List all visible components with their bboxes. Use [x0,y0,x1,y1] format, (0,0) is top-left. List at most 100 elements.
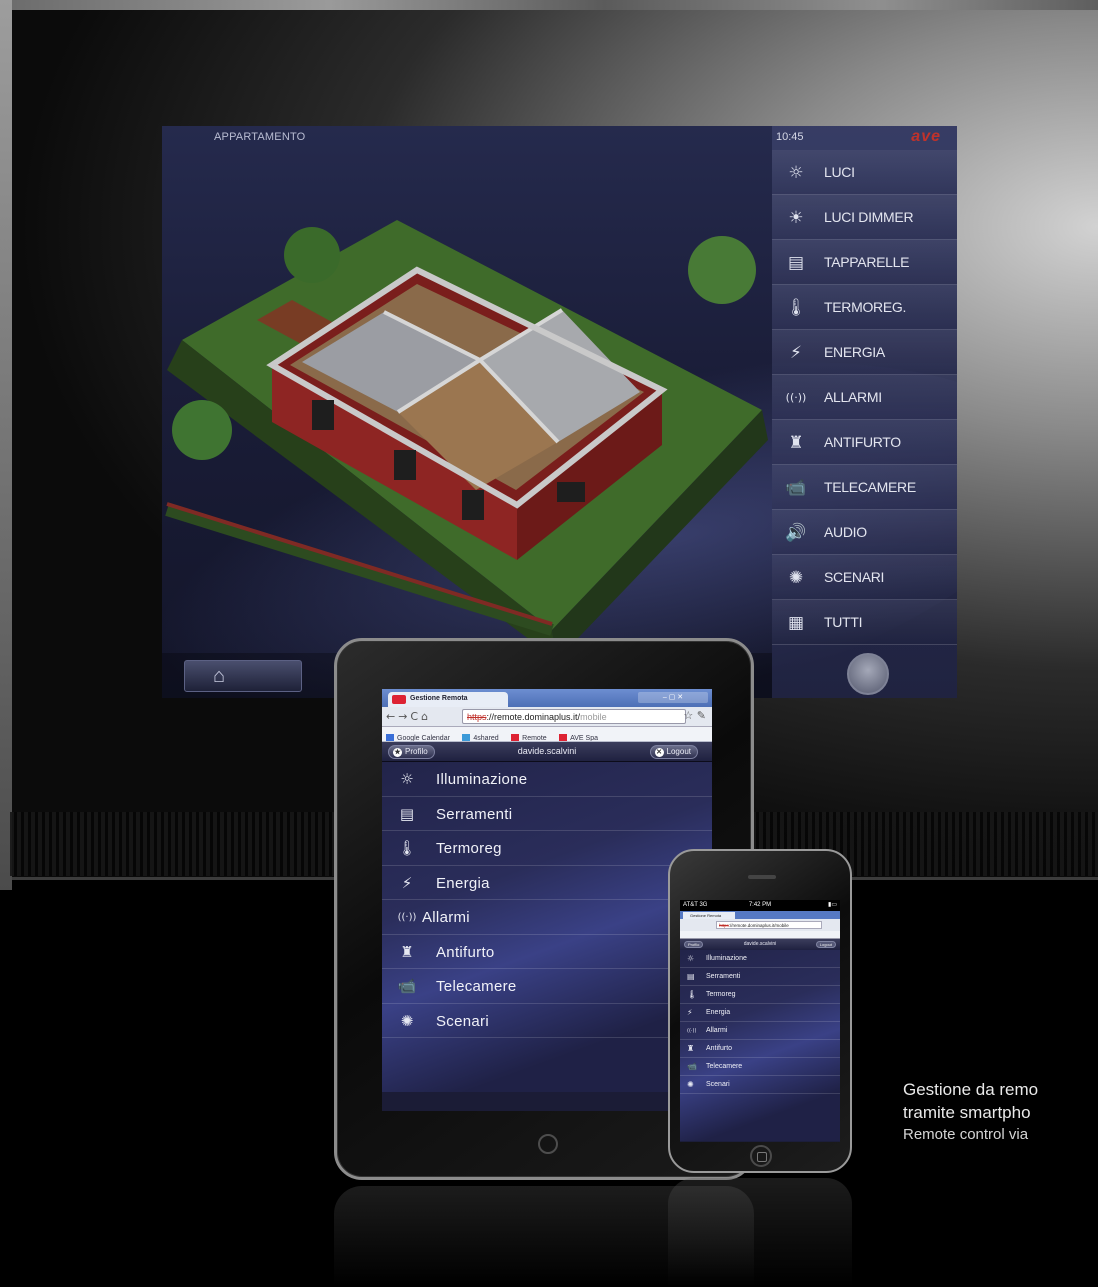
menu-item-scenari[interactable]: ✺ SCENARI [772,555,957,600]
list-item-label: Scenari [436,1012,489,1030]
bulb-icon: ☼ [400,770,414,788]
phone-reflection [668,1178,852,1287]
tablet-home-button[interactable] [538,1134,558,1154]
list-item-energia[interactable]: ⚡ Energia [382,866,712,900]
phone-device: AT&T 3G 7:42 PM ▮▭ Gestione Remota https… [668,849,852,1173]
home-button[interactable]: ⌂ [184,660,302,692]
phone-logout-button[interactable]: Logout [815,941,836,948]
phone-browser-tab[interactable]: Gestione Remota [683,912,735,919]
alarm-waves-icon: ((·)) [397,912,417,923]
caption: Gestione da remo tramite smartpho Remote… [903,1078,1098,1145]
menu-item-tapparelle[interactable]: ▤ TAPPARELLE [772,240,957,285]
thermometer-icon: 🌡 [785,298,807,318]
round-back-button[interactable] [847,653,889,695]
screen-title: APPARTAMENTO [214,131,306,143]
menu-item-energia[interactable]: ⚡ ENERGIA [772,330,957,375]
list-item-label: Allarmi [422,909,470,926]
list-item[interactable]: ▤ Serramenti [680,968,840,986]
list-item-telecamere[interactable]: 📹 Telecamere [382,969,712,1004]
antitheft-icon: ♜ [788,433,804,453]
list-item-termoreg[interactable]: 🌡 Termoreg [382,831,712,866]
caption-line-3: Remote control via [903,1126,1029,1143]
menu-item-label: ANTIFURTO [824,434,901,450]
tab-favicon-icon [392,695,406,704]
menu-item-label: SCENARI [824,569,885,585]
phone-screen: AT&T 3G 7:42 PM ▮▭ Gestione Remota https… [680,900,840,1142]
function-list: ☼ Illuminazione ▤ Serramenti 🌡 Termoreg ⚡ En… [382,762,712,1092]
menu-item-audio[interactable]: 🔊 AUDIO [772,510,957,555]
menu-item-luci[interactable]: ☼ LUCI [772,150,957,195]
menu-item-termoreg[interactable]: 🌡 TERMOREG. [772,285,957,330]
menu-item-allarmi[interactable]: ((·)) ALLARMI [772,375,957,420]
function-menu: ☼ LUCI ☀ LUCI DIMMER ▤ TAPPARELLE 🌡 TERMOREG… [772,150,957,645]
menu-item-label: TELECAMERE [824,479,916,495]
list-item-label: Energia [436,874,490,892]
menu-item-antifurto[interactable]: ♜ ANTIFURTO [772,420,957,465]
home-icon: ⌂ [213,665,226,687]
list-item[interactable]: ✺ Scenari [680,1076,840,1094]
url-tail: mobile [580,712,607,722]
menu-item-tutti[interactable]: ▦ TUTTI [772,600,957,645]
phone-function-list: ☼ Illuminazione ▤ Serramenti 🌡 Termoreg ⚡ En… [680,950,840,1141]
camera-icon: 📹 [397,977,417,995]
bookmark-google-calendar[interactable]: Google Calendar [382,731,454,741]
bookmark-remote[interactable]: Remote [507,731,551,741]
scenario-icon: ✺ [788,568,804,588]
address-bar[interactable]: https://remote.dominaplus.it/mobile [462,709,686,724]
list-item-serramenti[interactable]: ▤ Serramenti [382,797,712,831]
phone-status-bar: AT&T 3G 7:42 PM ▮▭ [680,900,840,911]
blinds-icon: ▤ [687,972,695,981]
antitheft-icon: ♜ [687,1044,695,1053]
house-3d-view[interactable] [162,160,772,660]
bookmark-ave-spa[interactable]: AVE Spa [555,731,602,741]
list-item[interactable]: ☼ Illuminazione [680,950,840,968]
window-controls[interactable]: – ▢ ✕ [638,692,708,703]
menu-item-label: TUTTI [824,614,863,630]
list-item-label: Telecamere [436,978,517,995]
list-item[interactable]: ⚡ Energia [680,1004,840,1022]
list-item-scenari[interactable]: ✺ Scenari [382,1004,712,1038]
frame-left-edge [0,0,12,890]
phone-app-header: Profilo davide.scalvini Logout [680,939,840,950]
list-item[interactable]: ((·)) Allarmi [680,1022,840,1040]
browser-tab[interactable]: Gestione Remota [388,692,508,707]
list-item[interactable]: 🌡 Termoreg [680,986,840,1004]
nav-arrows-icon[interactable]: ←→C⌂ [386,710,431,723]
phone-home-button[interactable] [750,1145,772,1167]
wrench-icon[interactable]: ☆ ✎ [683,709,706,722]
blinds-icon: ▤ [399,804,415,823]
clock: 10:45 [776,131,804,143]
bookmark-4shared[interactable]: 4shared [458,731,502,741]
list-item[interactable]: ♜ Antifurto [680,1040,840,1058]
frame-top-strip [0,0,1098,10]
logout-button[interactable]: ✕ Logout [649,745,698,759]
antitheft-icon: ♜ [400,942,414,961]
dimmer-icon: ☀ [788,208,804,228]
bulb-icon: ☼ [788,163,804,183]
house-3d-illustration [165,220,768,660]
plug-icon: ⚡ [401,873,413,892]
phone-address-bar[interactable]: https://remote.dominaplus.it/mobile [716,921,822,929]
tablet-screen: Gestione Remota – ▢ ✕ ←→C⌂ https://remot… [382,689,712,1111]
bookmarks-bar: Google Calendar 4shared Remote AVE Spa [382,727,712,742]
list-item-allarmi[interactable]: ((·)) Allarmi [382,900,712,935]
menu-item-telecamere[interactable]: 📹 TELECAMERE [772,465,957,510]
menu-item-label: ENERGIA [824,344,885,360]
blinds-icon: ▤ [787,253,805,273]
list-item-label: Termoreg [436,840,502,857]
plug-icon: ⚡ [687,1008,693,1017]
plug-icon: ⚡ [790,343,802,363]
menu-item-luci-dimmer[interactable]: ☀ LUCI DIMMER [772,195,957,240]
menu-item-label: ALLARMI [824,389,882,405]
list-item[interactable]: 📹 Telecamere [680,1058,840,1076]
url-scheme: https [467,712,487,722]
alarm-waves-icon: ((·)) [785,391,807,404]
list-item-illuminazione[interactable]: ☼ Illuminazione [382,762,712,797]
list-item-antifurto[interactable]: ♜ Antifurto [382,935,712,969]
thermometer-icon: 🌡 [687,990,698,999]
speaker-icon: 🔊 [785,523,807,543]
caption-line-2: tramite smartpho [903,1103,1031,1122]
phone-speaker [748,875,776,879]
ave-logo: ave [911,128,941,145]
list-item-label: Illuminazione [436,771,528,788]
